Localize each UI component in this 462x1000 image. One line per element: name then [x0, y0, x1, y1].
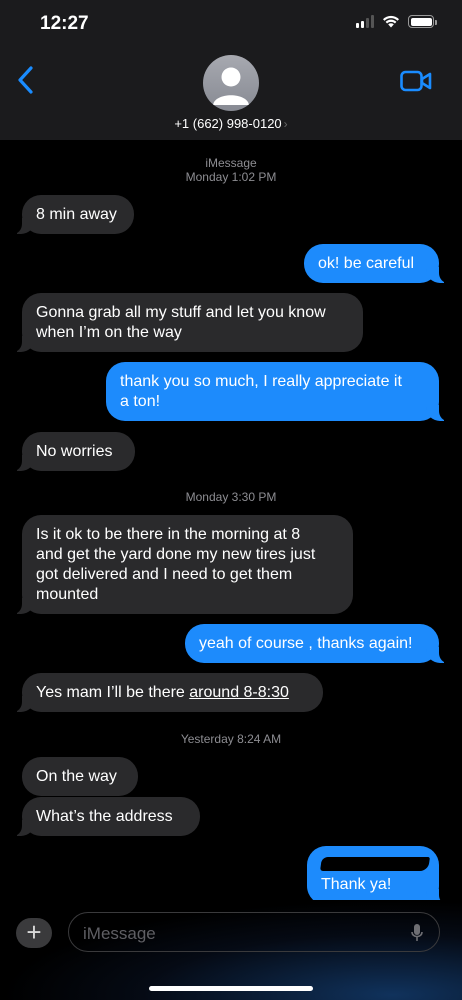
chevron-left-icon[interactable] — [14, 64, 40, 96]
redaction-mark — [320, 856, 430, 871]
battery-icon — [408, 15, 437, 28]
message-text: Is it ok to be there in the morning at 8 — [36, 525, 301, 543]
add-attachment-button[interactable]: + — [16, 918, 52, 948]
outgoing-message[interactable]: yeah of course , thanks again! — [185, 624, 450, 663]
message-text: Yes mam I’ll be there around 8-8:30 — [36, 683, 309, 703]
incoming-message[interactable]: Yes mam I’ll be there around 8-8:30 — [11, 673, 323, 712]
message-text-start: Yes mam I’ll be there — [36, 683, 190, 701]
conversation-header: 12:27 +1 (662) 998-0120 › — [0, 0, 462, 140]
person-icon — [213, 67, 249, 105]
message-text: ok! be careful — [318, 254, 415, 272]
contact-phone[interactable]: +1 (662) 998-0120 — [174, 116, 281, 131]
incoming-message[interactable]: Is it ok to be there in the morning at 8… — [11, 515, 353, 614]
microphone-icon[interactable] — [411, 923, 423, 943]
home-indicator — [149, 986, 313, 991]
message-text: a ton! — [120, 392, 161, 410]
message-text: got delivered and I need to get them — [36, 565, 293, 583]
message-text: mounted — [36, 585, 99, 603]
message-text: and get the yard done my new tires just — [36, 545, 316, 563]
video-camera-icon[interactable] — [400, 70, 432, 92]
message-text: No worries — [36, 442, 113, 460]
contact-avatar[interactable] — [203, 55, 259, 111]
incoming-message[interactable]: Gonna grab all my stuff and let you know… — [11, 293, 363, 352]
timestamp: Yesterday 8:24 AM — [180, 732, 282, 746]
message-text: What’s the address — [36, 807, 173, 825]
message-text: when I’m on the way — [36, 323, 182, 341]
message-text: Gonna grab all my stuff and let you know — [36, 303, 326, 321]
message-text: 8 min away — [36, 205, 117, 223]
wifi-icon — [383, 15, 399, 28]
message-text: Thank ya! — [321, 875, 392, 893]
detected-time-link[interactable]: around 8-8:30 — [189, 684, 289, 701]
message-text: yeah of course , thanks again! — [199, 634, 413, 652]
service-label: iMessage — [205, 156, 257, 170]
incoming-message[interactable]: 8 min away — [11, 195, 134, 234]
timestamp: Monday 3:30 PM — [185, 490, 277, 504]
timestamp: Monday 1:02 PM — [185, 170, 277, 184]
message-text: thank you so much, I really appreciate i… — [120, 372, 402, 390]
message-text: On the way — [36, 767, 117, 785]
outgoing-message[interactable]: thank you so much, I really appreciate i… — [106, 362, 450, 421]
chevron-right-icon: › — [283, 117, 288, 131]
message-input-placeholder: iMessage — [83, 924, 156, 943]
outgoing-message[interactable]: ok! be careful — [304, 244, 450, 283]
cellular-signal-icon — [356, 15, 374, 28]
outgoing-message[interactable]: Thank ya! — [307, 846, 450, 905]
incoming-message[interactable]: What’s the address — [11, 797, 200, 836]
incoming-message[interactable]: No worries — [11, 432, 135, 471]
contact-name[interactable]: +1 (662) 998-0120 › — [0, 116, 462, 131]
status-time: 12:27 — [40, 13, 89, 34]
incoming-message[interactable]: On the way — [22, 757, 138, 796]
status-icons — [356, 15, 437, 28]
message-input[interactable]: iMessage — [68, 912, 440, 952]
